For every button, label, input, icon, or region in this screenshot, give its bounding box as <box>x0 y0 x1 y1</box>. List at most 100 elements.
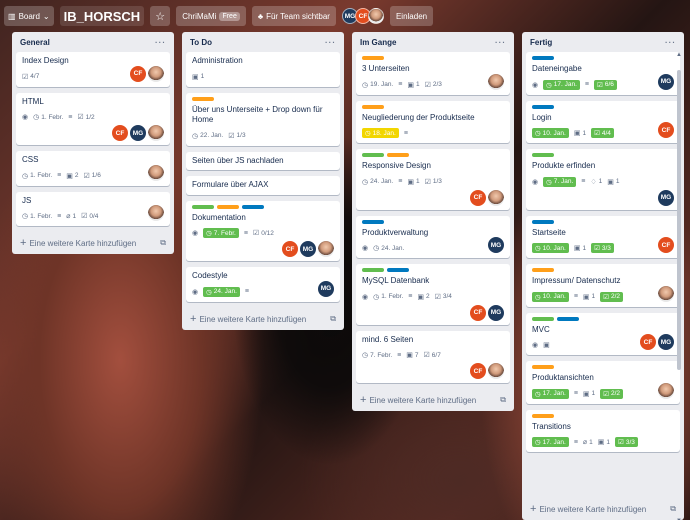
checklist-badge: ☑ 1/6 <box>83 172 101 180</box>
card[interactable]: Codestyle ◉ ◷ 24. Jan. ≡ MG <box>186 267 340 302</box>
card-title: Dateneingabe <box>532 64 582 73</box>
team-button[interactable]: ChriMaMi Free <box>176 6 246 26</box>
card[interactable]: Transitions ◷ 17. Jan. ≡ ⌀ 1 ▣ 1 ☑ 3/3 <box>526 409 680 452</box>
avatar-photo[interactable] <box>148 205 164 221</box>
card[interactable]: Dokumentation ◉ ◷ 7. Febr. ≡ ☑ 0/12 CF MG <box>186 200 340 261</box>
label-blue <box>532 219 554 224</box>
avatar-photo[interactable] <box>658 382 674 399</box>
avatar[interactable]: MG <box>488 304 504 321</box>
card-title: Transitions <box>532 421 571 431</box>
card[interactable]: Produktansichten ◷ 17. Jan. ≡ ▣ 1 ☑ 2/2 <box>526 361 680 404</box>
card-badges: ◉ ◷ 24. Jan. ≡ <box>192 286 334 298</box>
card[interactable]: JS ◷ 1. Febr. ≡ ⌀ 1 ☑ 0/4 <box>16 191 170 226</box>
card[interactable]: CSS ◷ 1. Febr. ≡ ▣ 2 ☑ 1/6 <box>16 151 170 186</box>
star-icon[interactable]: ☆ <box>150 6 171 26</box>
avatar-photo[interactable] <box>318 241 334 257</box>
card[interactable]: Produktverwaltung ◉ ◷ 24. Jan. MG <box>356 215 510 258</box>
card[interactable]: 3 Unterseiten ◷ 19. Jan. ≡ ▣ 1 ☑ 2/3 <box>356 52 510 95</box>
attachment-badge: ▣ 1 <box>407 81 420 89</box>
card-template-icon[interactable]: ⧉ <box>330 314 336 324</box>
avatar-photo[interactable] <box>658 285 674 302</box>
card[interactable]: Impressum/ Datenschutz ◷ 10. Jan. ≡ ▣ 1 ☑ 2… <box>526 264 680 307</box>
add-card-button[interactable]: + Eine weitere Karte hinzufügen ⧉ <box>16 232 170 254</box>
paperclip-icon: ⌀ <box>66 213 71 220</box>
card-badges: ◷ 17. Jan. ≡ ⌀ 1 ▣ 1 ☑ 3/3 <box>532 436 674 448</box>
avatar[interactable]: MG <box>658 73 674 90</box>
avatar-photo[interactable] <box>367 8 384 24</box>
card[interactable]: Produkte erfinden ◉ ◷ 7. Jan. ≡ ♢ 1 ▣ 1 MG <box>526 149 680 210</box>
checklist-icon: ☑ <box>603 390 609 398</box>
list-menu-button[interactable]: ··· <box>665 38 676 47</box>
avatar[interactable]: MG <box>658 189 674 206</box>
scroll-thumb[interactable] <box>677 70 681 370</box>
card-template-icon[interactable]: ⧉ <box>500 395 506 405</box>
avatar[interactable]: MG <box>130 125 146 141</box>
avatar[interactable]: CF <box>640 334 656 350</box>
checklist-icon: ☑ <box>424 178 431 186</box>
avatar[interactable]: CF <box>470 363 486 379</box>
add-card-button[interactable]: + Eine weitere Karte hinzufügen ⧉ <box>356 389 510 411</box>
card[interactable]: MySQL Datenbank ◉ ◷ 1. Febr. ≡ ▣ 2 ☑ 3/4 CF… <box>356 264 510 325</box>
card[interactable]: Über uns Unterseite + Drop down für Home… <box>186 92 340 146</box>
list-menu-button[interactable]: ··· <box>325 38 336 47</box>
due-date-badge: ◷ 1. Febr. <box>22 172 53 180</box>
avatar-photo[interactable] <box>488 189 504 206</box>
avatar[interactable]: CF <box>470 304 486 321</box>
card[interactable]: Dateneingabe ◉ ◷ 17. Jan. ≡ ☑ 6/6 MG <box>526 52 680 95</box>
visibility-button[interactable]: ♣ Für Team sichtbar <box>251 6 336 26</box>
card[interactable]: Responsive Design ◷ 24. Jan. ≡ ▣ 1 ☑ 1/3 CF <box>356 149 510 210</box>
avatar[interactable]: CF <box>658 237 674 253</box>
list-menu-button[interactable]: ··· <box>495 38 506 47</box>
invite-button[interactable]: Einladen <box>389 6 434 26</box>
attachment-badge: ▣ 1 <box>192 73 205 81</box>
card[interactable]: Administration ▣ 1 <box>186 52 340 87</box>
card-template-icon[interactable]: ⧉ <box>160 238 166 248</box>
avatar-photo[interactable] <box>148 65 164 82</box>
avatar-photo[interactable] <box>488 73 504 90</box>
card[interactable]: Startseite ◷ 10. Jan. ▣ 1 ☑ 3/3 CF <box>526 215 680 258</box>
avatar-photo[interactable] <box>148 164 164 181</box>
due-date-badge: ◷ 10. Jan. <box>532 128 569 138</box>
avatar[interactable]: CF <box>282 241 298 257</box>
avatar[interactable]: CF <box>658 122 674 138</box>
board-title[interactable]: IB_HORSCH <box>59 6 145 26</box>
list-title[interactable]: Im Gange <box>360 38 396 47</box>
list-scrollbar[interactable]: ▲ ▼ <box>676 52 682 520</box>
scroll-up-icon[interactable]: ▲ <box>676 52 682 58</box>
card-title: Codestyle <box>192 271 228 280</box>
avatar[interactable]: MG <box>318 280 334 297</box>
avatar[interactable]: CF <box>130 65 146 82</box>
clock-icon: ◷ <box>535 439 541 446</box>
avatar[interactable]: CF <box>470 189 486 206</box>
label-orange <box>362 56 384 60</box>
card[interactable]: MVC ◉ ▣ CF MG <box>526 312 680 355</box>
card[interactable]: Seiten über JS nachladen <box>186 151 340 170</box>
card[interactable]: Login ◷ 10. Jan. ▣ 1 ☑ 4/4 CF <box>526 100 680 143</box>
add-card-button[interactable]: + Eine weitere Karte hinzufügen ⧉ <box>186 308 340 330</box>
clock-icon: ◷ <box>546 178 552 186</box>
avatar[interactable]: MG <box>300 241 316 257</box>
clock-icon: ◷ <box>535 245 541 252</box>
avatar-photo[interactable] <box>148 125 164 141</box>
card[interactable]: HTML ◉ ◷ 1. Febr. ≡ ☑ 1/2 CF MG <box>16 92 170 145</box>
avatar[interactable]: CF <box>112 125 128 141</box>
card-title: MySQL Datenbank <box>362 276 430 285</box>
label-blue <box>387 268 409 272</box>
card-badges: ◷ 19. Jan. ≡ ▣ 1 ☑ 2/3 <box>362 79 504 91</box>
avatar-photo[interactable] <box>488 363 504 379</box>
card[interactable]: Neugliederung der Produktseite ◷ 18. Jan.… <box>356 100 510 143</box>
due-date-badge: ◷ 10. Jan. <box>532 291 569 302</box>
label-blue <box>242 204 264 209</box>
list-title[interactable]: Fertig <box>530 38 552 47</box>
add-card-button[interactable]: + Eine weitere Karte hinzufügen ⧉ <box>526 498 680 520</box>
card[interactable]: mind. 6 Seiten ◷ 7. Febr. ≡ ▣ 7 ☑ 6/7 CF <box>356 330 510 383</box>
list-menu-button[interactable]: ··· <box>155 38 166 47</box>
board-menu-button[interactable]: ▥ Board ⌄ <box>4 6 54 26</box>
chevron-down-icon: ⌄ <box>42 11 50 21</box>
list-title[interactable]: To Do <box>190 38 212 47</box>
avatar[interactable]: MG <box>658 334 674 350</box>
card[interactable]: Index Design ☑ 4/7 CF <box>16 52 170 87</box>
avatar[interactable]: MG <box>488 237 504 253</box>
list-title[interactable]: General <box>20 38 50 47</box>
card[interactable]: Formulare über AJAX <box>186 176 340 195</box>
